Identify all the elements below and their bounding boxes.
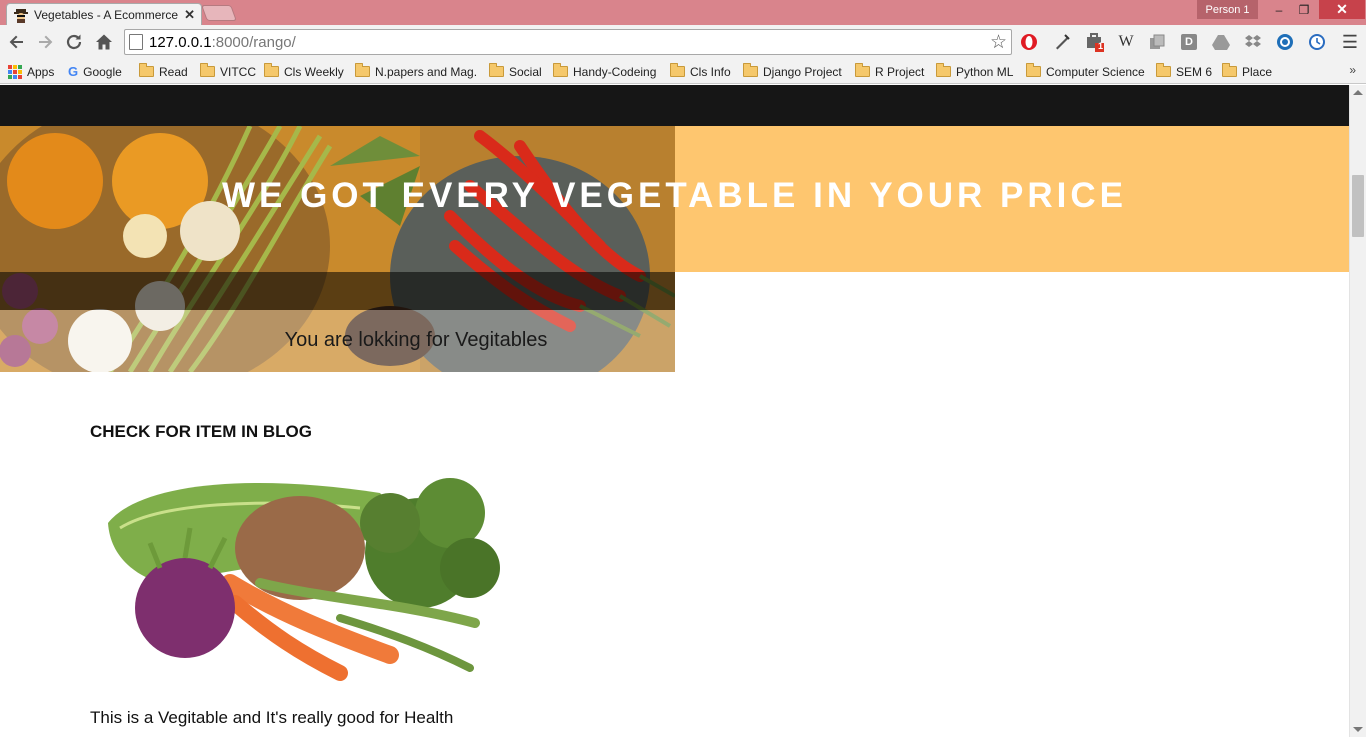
maximize-button[interactable]: ❐ [1291,0,1317,19]
bookmark-folder-cls-weekly[interactable]: Cls Weekly [264,63,344,80]
folder-icon [264,63,279,77]
window-close-button[interactable]: ✕ [1319,0,1365,19]
folder-icon [139,63,154,77]
folder-icon [489,63,504,77]
bookmarks-overflow-icon[interactable]: » [1349,63,1356,77]
tab-title: Vegetables - A Ecommerce [34,7,179,22]
reload-icon [66,34,82,50]
folder-icon [1156,63,1171,77]
browser-toolbar: 127.0.0.1:8000/rango/ ☆ 1 W D ☰ [0,25,1366,59]
back-arrow-icon [9,35,23,49]
forward-arrow-icon [39,35,53,49]
page-scrollbar[interactable] [1349,85,1366,737]
globe-extension-icon[interactable] [1275,32,1295,52]
folder-icon [670,63,685,77]
vegetables-item-image[interactable] [100,473,500,683]
wikipedia-extension-icon[interactable]: W [1116,32,1136,52]
folder-icon [743,63,758,77]
folder-icon [1026,63,1041,77]
browser-tab-active[interactable]: Vegetables - A Ecommerce ✕ [6,3,202,25]
reload-button[interactable] [61,29,87,55]
browser-tabstrip: Vegetables - A Ecommerce ✕ Person 1 – ❐ … [0,0,1366,25]
briefcase-extension-icon[interactable]: 1 [1085,32,1105,52]
folder-icon [936,63,951,77]
site-navbar [0,85,1349,126]
back-button[interactable] [4,29,30,55]
pen-extension-icon[interactable] [1052,32,1072,52]
bookmark-folder-cls-info[interactable]: Cls Info [670,63,731,80]
bookmark-folder-vitcc[interactable]: VITCC [200,63,256,80]
bookmark-folder-place[interactable]: Place [1222,63,1272,80]
bookmark-folder-handy-codeing[interactable]: Handy-Codeing [553,63,656,80]
hero-dark-strip [0,272,675,310]
clock-extension-icon[interactable] [1307,32,1327,52]
bookmark-folder-django-project[interactable]: Django Project [743,63,842,80]
google-g-icon: G [68,64,79,79]
folder-icon [855,63,870,77]
folder-icon [553,63,568,77]
bookmark-folder-sem-6[interactable]: SEM 6 [1156,63,1212,80]
scrollbar-thumb[interactable] [1352,175,1364,237]
minimize-button[interactable]: – [1266,0,1292,19]
extension-badge: 1 [1098,41,1104,51]
page-icon [129,34,143,50]
home-button[interactable] [91,29,117,55]
bookmark-folder-r-project[interactable]: R Project [855,63,924,80]
bookmark-apps[interactable]: Apps [8,63,54,80]
hero-title: WE GOT EVERY VEGETABLE IN YOUR PRICE [221,176,1128,215]
bookmark-google[interactable]: G Google [68,63,122,80]
profile-button[interactable]: Person 1 [1197,0,1258,19]
opera-extension-icon[interactable] [1019,32,1039,52]
spy-favicon-icon [14,8,28,23]
bookmark-folder-python-ml[interactable]: Python ML [936,63,1013,80]
bookmark-folder-npapers[interactable]: N.papers and Mag. [355,63,477,80]
bookmark-folder-social[interactable]: Social [489,63,542,80]
bookmark-star-icon[interactable]: ☆ [990,31,1007,54]
home-icon [96,34,112,50]
drive-extension-icon[interactable] [1211,32,1231,52]
hero-banner: WE GOT EVERY VEGETABLE IN YOUR PRICE You… [0,126,1349,372]
scroll-up-icon[interactable] [1353,90,1363,95]
bookmark-folder-read[interactable]: Read [139,63,188,80]
bookmarks-bar: Apps G Google Read VITCC Cls Weekly N.pa… [0,59,1366,84]
item-description: This is a Vegitable and It's really good… [90,708,454,727]
folder-icon [355,63,370,77]
section-title: CHECK FOR ITEM IN BLOG [90,422,312,441]
forward-button[interactable] [32,29,58,55]
page-viewport: WE GOT EVERY VEGETABLE IN YOUR PRICE You… [0,85,1349,737]
dropbox-extension-icon[interactable] [1243,32,1263,52]
apps-grid-icon [8,64,22,79]
tab-close-icon[interactable]: ✕ [184,7,195,23]
copy-extension-icon[interactable] [1147,32,1167,52]
d-extension-icon[interactable]: D [1179,32,1199,52]
scroll-down-icon[interactable] [1353,727,1363,732]
address-bar[interactable]: 127.0.0.1:8000/rango/ ☆ [124,29,1012,55]
folder-icon [200,63,215,77]
bookmark-folder-computer-science[interactable]: Computer Science [1026,63,1145,80]
new-tab-button[interactable] [201,5,237,21]
hero-subtitle: You are lokking for Vegitables [284,329,548,351]
chrome-menu-icon[interactable]: ☰ [1340,32,1360,52]
url-text: 127.0.0.1:8000/rango/ [149,33,296,51]
folder-icon [1222,63,1237,77]
